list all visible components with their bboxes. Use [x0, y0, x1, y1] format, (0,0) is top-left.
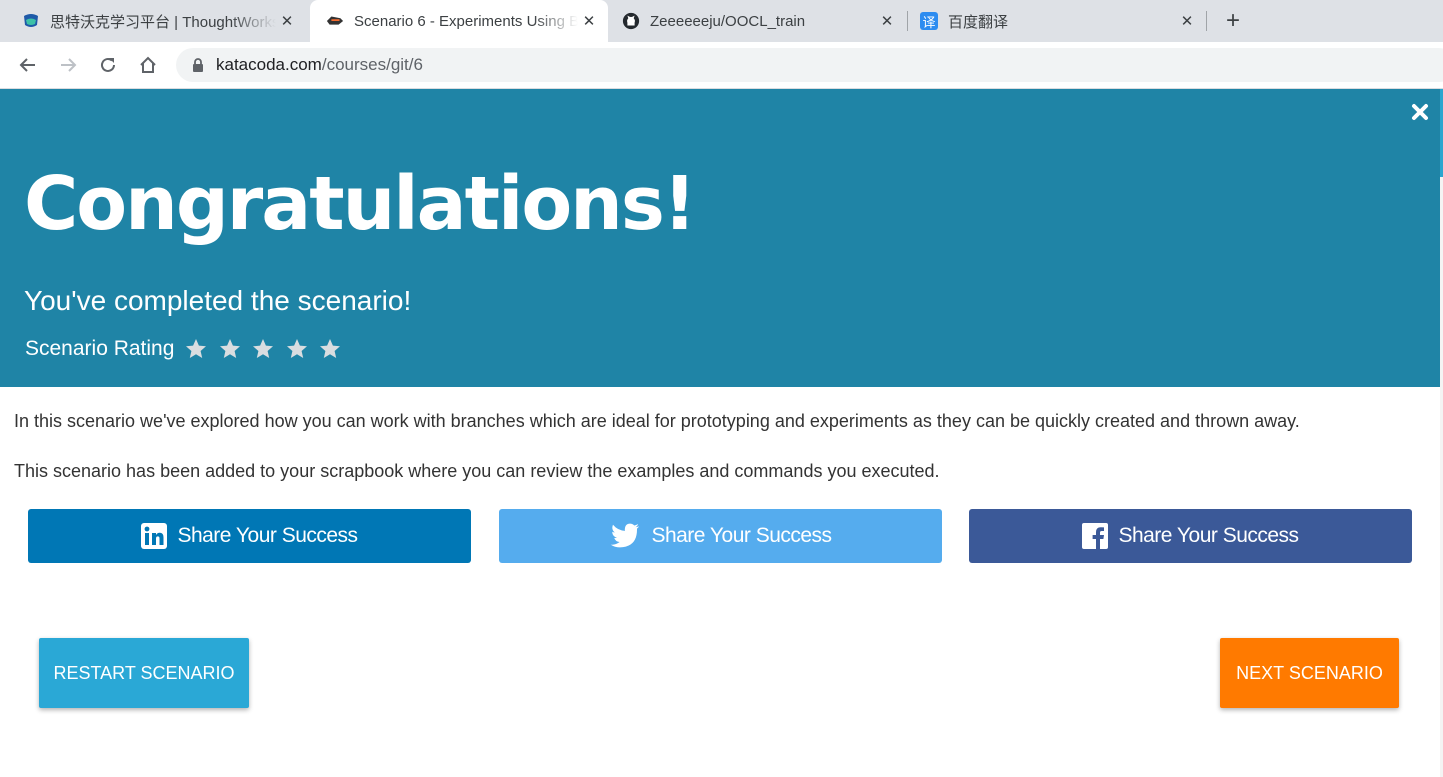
star-icon[interactable] — [285, 337, 309, 361]
share-linkedin-button[interactable]: Share Your Success — [28, 509, 471, 563]
scrapbook-paragraph: This scenario has been added to your scr… — [14, 461, 940, 481]
tab-thoughtworks[interactable]: 思特沃克学习平台 | ThoughtWorks ✕ — [0, 0, 306, 42]
rating-label: Scenario Rating — [25, 337, 175, 360]
address-bar[interactable]: katacoda.com/courses/git/6 — [176, 48, 1443, 82]
back-arrow-icon[interactable] — [14, 51, 42, 79]
restart-scenario-button[interactable]: RESTART SCENARIO — [39, 638, 249, 708]
tab-katacoda-scenario[interactable]: Scenario 6 - Experiments Using Branches … — [310, 0, 608, 42]
page-title: Congratulations! — [24, 161, 697, 247]
url-host: katacoda.com — [216, 55, 322, 74]
tab-baidu-translate[interactable]: 译 百度翻译 ✕ — [908, 0, 1206, 42]
twitter-icon — [609, 523, 641, 549]
star-icon[interactable] — [251, 337, 275, 361]
scenario-rating: Scenario Rating — [25, 337, 352, 361]
share-button-label: Share Your Success — [651, 524, 832, 547]
tab-separator — [1206, 11, 1207, 31]
summary-paragraph: In this scenario we've explored how you … — [14, 411, 1300, 431]
tab-github[interactable]: Zeeeeeeju/OOCL_train ✕ — [608, 0, 906, 42]
forward-arrow-icon[interactable] — [54, 51, 82, 79]
next-scenario-button[interactable]: NEXT SCENARIO — [1220, 638, 1399, 708]
share-facebook-button[interactable]: Share Your Success — [969, 509, 1412, 563]
url-path: /courses/git/6 — [321, 55, 423, 74]
share-twitter-button[interactable]: Share Your Success — [499, 509, 942, 563]
facebook-icon — [1082, 523, 1109, 549]
thoughtworks-logo-icon — [22, 12, 40, 30]
home-icon[interactable] — [134, 51, 162, 79]
browser-tab-strip: 思特沃克学习平台 | ThoughtWorks ✕ Scenario 6 - E… — [0, 0, 1443, 42]
completion-subheading: You've completed the scenario! — [24, 285, 412, 316]
browser-toolbar: katacoda.com/courses/git/6 — [0, 42, 1443, 89]
congratulations-banner: Congratulations! You've completed the sc… — [0, 89, 1440, 387]
baidu-translate-logo-icon: 译 — [920, 12, 938, 31]
close-icon[interactable] — [1407, 99, 1433, 125]
url-text: katacoda.com/courses/git/6 — [216, 55, 423, 75]
tab-close-icon[interactable]: ✕ — [578, 10, 600, 32]
star-icon[interactable] — [218, 337, 242, 361]
star-icon[interactable] — [184, 337, 208, 361]
share-button-label: Share Your Success — [1118, 524, 1299, 547]
reload-icon[interactable] — [94, 51, 122, 79]
tab-title: Scenario 6 - Experiments Using Branches — [354, 12, 578, 30]
share-button-label: Share Your Success — [177, 524, 358, 547]
lock-icon — [192, 57, 206, 73]
tab-title: 思特沃克学习平台 | ThoughtWorks — [50, 13, 276, 31]
tab-title: 百度翻译 — [948, 13, 1009, 31]
linkedin-icon — [141, 523, 168, 549]
katacoda-logo-icon — [326, 12, 344, 30]
scenario-complete-modal: Congratulations! You've completed the sc… — [0, 89, 1443, 777]
tab-close-icon[interactable]: ✕ — [876, 10, 898, 32]
tab-close-icon[interactable]: ✕ — [1176, 10, 1198, 32]
star-icon[interactable] — [318, 337, 342, 361]
tab-close-icon[interactable]: ✕ — [276, 10, 298, 32]
github-logo-icon — [622, 12, 640, 30]
new-tab-plus-icon[interactable]: + — [1220, 7, 1246, 34]
tab-title: Zeeeeeeju/OOCL_train — [650, 12, 806, 30]
